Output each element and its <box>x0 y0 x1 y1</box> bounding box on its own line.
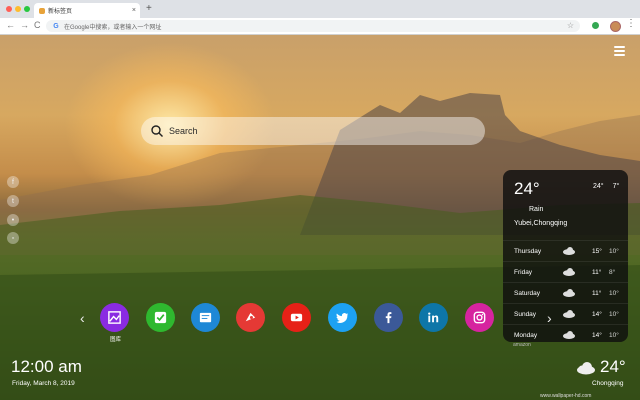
clock-time: 12:00 am <box>11 357 82 376</box>
amazon-app-label: amazon <box>513 342 531 348</box>
notes-app-button[interactable] <box>191 303 220 332</box>
new-tab-button[interactable]: + <box>146 3 152 14</box>
maximize-window-button[interactable] <box>24 6 30 12</box>
cloud-icon <box>577 362 595 375</box>
search-input[interactable] <box>167 125 471 137</box>
forecast-day: Friday <box>514 268 533 276</box>
instagram-app-button[interactable] <box>465 303 494 332</box>
youtube-icon <box>290 313 303 322</box>
close-window-button[interactable] <box>6 6 12 12</box>
twitter-app-button[interactable] <box>328 303 357 332</box>
browser-toolbar: ← → C G 在Google中搜索，或者输入一个网址 ☆ <box>0 18 640 35</box>
reload-button[interactable]: C <box>34 20 41 30</box>
forecast-row: Friday 11° 8° <box>503 261 628 282</box>
tab-new-tab[interactable]: 新标签页 × <box>34 3 140 18</box>
weather-high-low: 24° 7° <box>593 183 628 190</box>
share-icon[interactable]: ▫ <box>7 232 19 244</box>
instagram-icon <box>473 311 486 324</box>
weather-panel[interactable]: 24° 24° 7° Rain Yubei,Chongqing Thursday … <box>503 170 628 342</box>
forecast-low: 10° <box>609 247 619 255</box>
forecast-row: Saturday 11° 10° <box>503 282 628 303</box>
bookmark-star-icon[interactable]: ☆ <box>567 21 574 30</box>
forecast-day: Sunday <box>514 310 537 318</box>
forward-button[interactable]: → <box>20 20 29 30</box>
weather-location: Yubei,Chongqing <box>514 220 568 227</box>
dock-prev-arrow[interactable]: ‹ <box>80 310 85 326</box>
address-bar[interactable]: G 在Google中搜索，或者输入一个网址 ☆ <box>46 20 580 32</box>
window-controls <box>6 6 30 12</box>
notes-icon <box>199 312 212 323</box>
forecast-high: 14° <box>592 310 602 318</box>
forecast-low: 8° <box>609 268 616 276</box>
weather-high: 24° <box>593 183 604 190</box>
tab-title: 新标签页 <box>48 9 73 15</box>
cloud-icon <box>563 289 575 297</box>
search-icon <box>151 125 163 137</box>
weather-current-temp: 24° <box>514 179 540 198</box>
forecast-low: 10° <box>609 310 619 318</box>
forecast-day: Monday <box>514 331 538 339</box>
cloud-icon <box>563 310 575 318</box>
search-bar[interactable] <box>141 117 485 145</box>
forecast-high: 11° <box>592 289 602 297</box>
address-bar-placeholder: 在Google中搜索，或者输入一个网址 <box>64 24 162 31</box>
game-icon <box>245 312 256 322</box>
gallery-app-button[interactable] <box>100 303 129 332</box>
forecast-high: 15° <box>592 247 602 255</box>
forecast-low: 10° <box>609 331 619 339</box>
cloud-icon <box>563 268 575 276</box>
cloud-icon <box>563 331 575 339</box>
forecast-high: 11° <box>592 268 602 276</box>
menu-icon[interactable] <box>614 46 625 58</box>
forecast-row: Sunday 14° 10° <box>503 303 628 324</box>
weather-condition: Rain <box>529 206 544 213</box>
minimize-window-button[interactable] <box>15 6 21 12</box>
cloud-icon <box>563 247 575 255</box>
twitter-share-icon[interactable]: t <box>7 195 19 207</box>
forecast-row: Thursday 15° 10° <box>503 240 628 261</box>
youtube-app-button[interactable] <box>282 303 311 332</box>
gallery-icon <box>108 311 121 324</box>
bottom-weather-city: Chongqing <box>592 380 624 387</box>
forecast-day: Saturday <box>514 289 541 297</box>
clock-date: Friday, March 8, 2019 <box>12 380 75 387</box>
tab-favicon-icon <box>39 7 45 14</box>
tab-bar: 新标签页 × + <box>0 0 640 18</box>
weather-forecast-list: Thursday 15° 10° Friday 11° 8° Saturday … <box>503 240 628 345</box>
bottom-weather-temp: 24° <box>600 357 626 376</box>
forecast-day: Thursday <box>514 247 542 255</box>
facebook-icon <box>385 312 392 324</box>
gallery-app-label: 图库 <box>110 337 122 343</box>
twitter-icon <box>336 313 349 323</box>
game-app-button[interactable] <box>236 303 265 332</box>
checklist-app-button[interactable] <box>146 303 175 332</box>
user-share-icon[interactable]: • <box>7 214 19 226</box>
google-icon: G <box>53 22 59 30</box>
profile-avatar[interactable] <box>610 21 621 32</box>
back-button[interactable]: ← <box>6 20 15 30</box>
linkedin-app-button[interactable] <box>419 303 448 332</box>
weather-low: 7° <box>612 183 620 190</box>
facebook-share-icon[interactable]: f <box>7 176 19 188</box>
checkbox-icon <box>154 311 167 324</box>
tab-close-icon[interactable]: × <box>132 7 136 14</box>
forecast-low: 10° <box>609 289 619 297</box>
facebook-app-button[interactable] <box>374 303 403 332</box>
forecast-high: 14° <box>592 331 602 339</box>
extension-icon[interactable] <box>592 22 599 29</box>
new-tab-page: f t • ▫ 24° 24° 7° Rain Yubei,Chongqing T… <box>0 35 640 400</box>
watermark-text: www.wallpaper-hd.com <box>540 393 592 399</box>
browser-menu-icon[interactable]: ⋮ <box>626 18 636 29</box>
dock-next-arrow[interactable]: › <box>547 310 552 326</box>
linkedin-icon <box>428 312 439 323</box>
